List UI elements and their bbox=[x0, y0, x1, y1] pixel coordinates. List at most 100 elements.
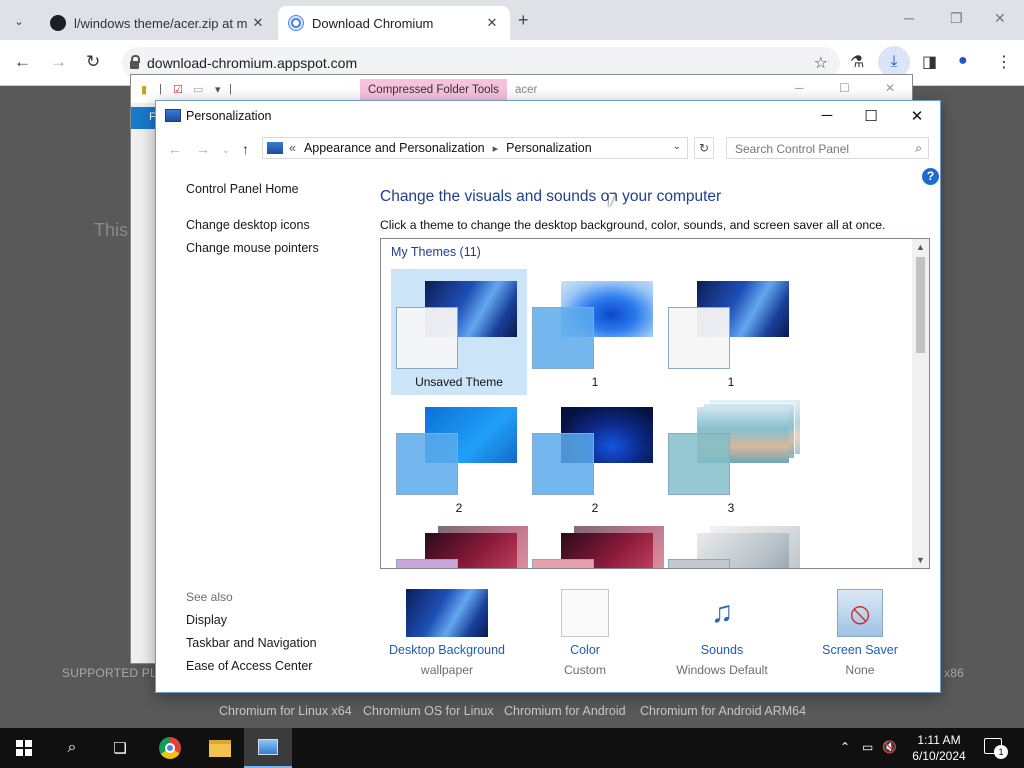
footer-link-android[interactable]: Chromium for Android bbox=[504, 704, 626, 718]
explorer-close-icon[interactable]: ✕ bbox=[885, 81, 895, 95]
minimize-icon[interactable]: ─ bbox=[804, 107, 850, 124]
theme-name: 2 bbox=[591, 501, 599, 515]
my-themes-group-label: My Themes (11) bbox=[391, 245, 481, 259]
ease-of-access-link[interactable]: Ease of Access Center bbox=[186, 659, 312, 673]
scroll-up-icon[interactable]: ▲ bbox=[916, 242, 925, 252]
change-mouse-pointers-link[interactable]: Change mouse pointers bbox=[186, 241, 319, 255]
tab-close-icon[interactable]: ✕ bbox=[250, 15, 266, 31]
sounds-link[interactable]: Sounds bbox=[654, 643, 790, 657]
side-panel-icon[interactable]: ◨ bbox=[922, 52, 937, 72]
theme-color-swatch bbox=[396, 307, 458, 369]
tray-overflow-chevron-icon[interactable]: ⌃ bbox=[840, 740, 850, 754]
network-icon[interactable]: ▭ bbox=[862, 740, 873, 754]
supported-platforms-label: SUPPORTED PLA bbox=[62, 666, 166, 680]
screen-saver-setting[interactable]: ⦸ Screen Saver None bbox=[792, 589, 928, 677]
file-explorer-taskbar-icon[interactable] bbox=[196, 728, 244, 768]
profile-avatar-icon[interactable]: ● bbox=[958, 52, 968, 70]
menu-kebab-icon[interactable]: ⋮ bbox=[996, 52, 1012, 72]
clock-time: 1:11 AM bbox=[917, 733, 961, 747]
explorer-window-title: acer bbox=[515, 84, 538, 96]
page-title: Change the visuals and sounds on your co… bbox=[380, 188, 722, 205]
task-view-icon[interactable]: ❏ bbox=[96, 728, 144, 768]
control-panel-home-link[interactable]: Control Panel Home bbox=[186, 182, 299, 196]
theme-gallery[interactable]: My Themes (11) Unsaved Theme 1 1 2 2 3 ▲… bbox=[380, 238, 930, 569]
quick-access-dropdown-icon[interactable]: ▾ bbox=[215, 83, 221, 96]
bookmark-star-icon[interactable]: ☆ bbox=[814, 53, 828, 73]
theme-tile-1a[interactable]: 1 bbox=[527, 269, 663, 395]
change-desktop-icons-link[interactable]: Change desktop icons bbox=[186, 218, 310, 232]
tab-search-chevron-icon[interactable]: ⌄ bbox=[6, 8, 32, 34]
system-clock[interactable]: 1:11 AM 6/10/2024 bbox=[900, 732, 978, 764]
theme-color-swatch bbox=[396, 433, 458, 495]
start-button[interactable] bbox=[0, 728, 48, 768]
forward-arrow-icon[interactable]: → bbox=[196, 141, 210, 157]
tab-download-chromium[interactable]: Download Chromium ✕ bbox=[278, 6, 510, 40]
explorer-file-tab[interactable]: F bbox=[131, 107, 157, 129]
up-arrow-icon[interactable]: ↑ bbox=[242, 141, 249, 157]
taskbar-navigation-link[interactable]: Taskbar and Navigation bbox=[186, 636, 317, 650]
breadcrumb-personalization[interactable]: Personalization bbox=[506, 141, 591, 155]
screen-saver-value: None bbox=[845, 663, 875, 677]
scrollbar-thumb[interactable] bbox=[916, 257, 925, 353]
browser-close-icon[interactable]: ✕ bbox=[994, 10, 1006, 27]
color-setting[interactable]: Color Custom bbox=[517, 589, 653, 677]
desktop-background-setting[interactable]: Desktop Background wallpaper bbox=[379, 589, 515, 677]
color-icon bbox=[561, 589, 609, 637]
forward-arrow-icon[interactable]: → bbox=[50, 52, 67, 72]
display-link[interactable]: Display bbox=[186, 613, 227, 627]
theme-color-swatch bbox=[396, 559, 458, 568]
color-value: Custom bbox=[564, 663, 606, 677]
refresh-icon[interactable]: ↻ bbox=[694, 137, 714, 159]
breadcrumb-appearance[interactable]: Appearance and Personalization bbox=[304, 141, 485, 155]
theme-tile-1b[interactable]: 1 bbox=[663, 269, 799, 395]
explorer-maximize-icon[interactable]: ☐ bbox=[839, 81, 850, 95]
footer-link-linux[interactable]: Chromium for Linux x64 bbox=[219, 704, 352, 718]
search-input[interactable]: Search Control Panel ⌕ bbox=[726, 137, 929, 159]
close-icon[interactable]: ✕ bbox=[894, 107, 940, 125]
theme-tile-2a[interactable]: 2 bbox=[391, 395, 527, 521]
tab-close-icon[interactable]: ✕ bbox=[484, 15, 500, 31]
lock-icon bbox=[130, 55, 140, 69]
screen-saver-link[interactable]: Screen Saver bbox=[792, 643, 928, 657]
tab-github-acer[interactable]: l/windows theme/acer.zip at m ✕ bbox=[40, 6, 276, 40]
reload-icon[interactable]: ↻ bbox=[86, 52, 100, 72]
theme-tile-3[interactable]: 3 bbox=[663, 395, 801, 521]
action-center-icon[interactable]: 1 bbox=[984, 738, 1008, 759]
desktop-background-link[interactable]: Desktop Background bbox=[379, 643, 515, 657]
search-icon[interactable]: ⌕ bbox=[915, 141, 922, 156]
back-arrow-icon[interactable]: ← bbox=[14, 52, 31, 72]
recent-locations-chevron-icon[interactable]: ⌄ bbox=[222, 145, 230, 156]
theme-tile-2b[interactable]: 2 bbox=[527, 395, 663, 521]
address-dropdown-icon[interactable]: ⌄ bbox=[673, 141, 681, 152]
control-panel-taskbar-icon[interactable] bbox=[244, 728, 292, 768]
clock-date: 6/10/2024 bbox=[912, 749, 966, 763]
color-link[interactable]: Color bbox=[517, 643, 653, 657]
properties-check-icon[interactable]: ☑ bbox=[173, 83, 183, 96]
browser-restore-icon[interactable]: ❐ bbox=[950, 10, 963, 27]
browser-minimize-icon[interactable]: ─ bbox=[904, 10, 914, 26]
maximize-icon[interactable]: ☐ bbox=[848, 107, 894, 125]
chrome-taskbar-icon[interactable] bbox=[146, 728, 194, 768]
search-icon[interactable]: ⌕ bbox=[48, 728, 96, 768]
theme-tile-row3-b[interactable] bbox=[527, 521, 665, 568]
volume-muted-icon[interactable]: 🔇 bbox=[882, 740, 897, 754]
sounds-setting[interactable]: ♫ Sounds Windows Default bbox=[654, 589, 790, 677]
footer-link-android-arm64[interactable]: Chromium for Android ARM64 bbox=[640, 704, 806, 718]
footer-link-chromeos[interactable]: Chromium OS for Linux bbox=[363, 704, 494, 718]
breadcrumb-separator-icon[interactable]: ▸ bbox=[493, 142, 499, 155]
breadcrumb[interactable]: « Appearance and Personalization ▸ Perso… bbox=[262, 137, 688, 159]
back-arrow-icon[interactable]: ← bbox=[168, 141, 182, 157]
explorer-minimize-icon[interactable]: ─ bbox=[795, 81, 804, 95]
address-url: download-chromium.appspot.com bbox=[147, 55, 358, 71]
scroll-down-icon[interactable]: ▼ bbox=[916, 555, 925, 565]
new-folder-icon[interactable]: ▭ bbox=[193, 83, 203, 96]
theme-tile-unsaved[interactable]: Unsaved Theme bbox=[391, 269, 527, 395]
new-tab-plus-icon[interactable]: + bbox=[518, 10, 529, 31]
theme-tile-row3-a[interactable] bbox=[391, 521, 529, 568]
theme-gallery-scrollbar[interactable]: ▲ ▼ bbox=[912, 239, 929, 568]
theme-tile-row3-c[interactable] bbox=[663, 521, 801, 568]
help-icon[interactable]: ? bbox=[922, 168, 939, 185]
breadcrumb-overflow[interactable]: « bbox=[289, 141, 296, 155]
labs-flask-icon[interactable]: ⚗ bbox=[850, 52, 864, 72]
browser-tab-strip: ⌄ l/windows theme/acer.zip at m ✕ Downlo… bbox=[0, 0, 1024, 40]
